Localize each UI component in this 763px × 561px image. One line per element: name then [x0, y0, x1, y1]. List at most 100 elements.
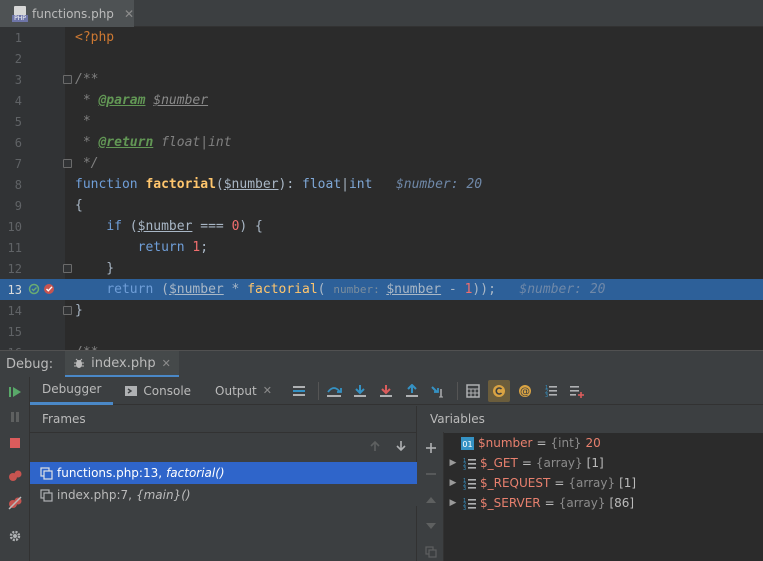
fold-toggle-icon[interactable] — [63, 264, 72, 273]
tab-output-label: Output — [215, 383, 257, 398]
variable-type: {int} — [550, 436, 582, 450]
variable-type: {array} — [558, 496, 606, 510]
array-icon: 123 — [462, 496, 476, 510]
close-output-icon[interactable]: ✕ — [263, 384, 272, 397]
frames-list: functions.php:13, factorial() index.php:… — [30, 462, 417, 506]
brace: } — [75, 303, 83, 318]
expand-arrow-icon[interactable]: ▶ — [448, 458, 458, 468]
variable-row[interactable]: ▶ 123 $_SERVER = {array} [86] — [444, 493, 763, 513]
fold-toggle-icon[interactable] — [63, 159, 72, 168]
run-to-cursor-button[interactable] — [427, 380, 449, 402]
tab-output[interactable]: Output ✕ — [203, 377, 284, 405]
copy-icon[interactable] — [425, 546, 437, 558]
line-number: 11 — [7, 240, 22, 255]
tab-console-label: Console — [143, 383, 192, 398]
close-session-icon[interactable]: ✕ — [162, 357, 171, 370]
debug-session-label: index.php — [91, 355, 156, 371]
arrow-down-icon[interactable] — [395, 440, 407, 452]
add-to-watches-button[interactable] — [566, 380, 588, 402]
variable-equals: = — [554, 476, 565, 490]
step-over-button[interactable] — [323, 380, 345, 402]
step-into-button[interactable] — [349, 380, 371, 402]
line-number: 13 — [7, 282, 22, 297]
code-editor[interactable]: 1 <?php 2 3 /** 4 * @param $number 5 * 6… — [0, 27, 763, 350]
numbered-list-icon: 123 — [545, 385, 557, 398]
variables-panel: Variables 01 $number = {int} 20 ▶ 123 $_… — [418, 406, 763, 561]
show-values-button[interactable]: 123 — [540, 380, 562, 402]
expand-arrow-icon[interactable]: ▶ — [448, 478, 458, 488]
function-call: factorial — [247, 282, 318, 297]
show-execution-point-button[interactable] — [288, 380, 310, 402]
doc-comment: */ — [75, 156, 99, 171]
view-breakpoints-button[interactable] — [7, 468, 23, 484]
code-line: 4 * @param $number — [0, 90, 763, 111]
fold-toggle-icon[interactable] — [63, 75, 72, 84]
view-breakpoints-icon — [9, 470, 22, 481]
debug-left-toolbar — [0, 377, 30, 561]
annotations-button[interactable]: @ — [514, 380, 536, 402]
at-sign-icon: @ — [518, 384, 531, 397]
keyword: function — [75, 177, 138, 192]
frame-function: {main}() — [135, 488, 191, 502]
minus-icon[interactable] — [425, 468, 437, 480]
debug-label: Debug: — [6, 356, 54, 372]
punctuation: ( — [317, 282, 334, 297]
current-execution-line: 13 return ($number * factorial( number: … — [0, 279, 763, 300]
expand-arrow-icon[interactable]: ▶ — [448, 498, 458, 508]
close-tab-icon[interactable]: ✕ — [124, 7, 134, 21]
line-number: 2 — [14, 51, 22, 66]
variable-name: $_SERVER — [480, 496, 541, 510]
debug-tool-window-header: Debug: index.php ✕ — [0, 350, 763, 377]
line-number: 3 — [14, 72, 22, 87]
frame-icon — [40, 488, 53, 502]
move-down-icon[interactable] — [425, 520, 437, 532]
pause-button[interactable] — [7, 409, 23, 425]
fold-toggle-icon[interactable] — [63, 306, 72, 315]
show-execution-point-icon — [292, 385, 305, 396]
variable-row[interactable]: ▶ 123 $_REQUEST = {array} [1] — [444, 473, 763, 493]
breakpoint-icon[interactable] — [43, 283, 55, 295]
plus-icon[interactable] — [425, 442, 437, 454]
variable-value: [86] — [609, 496, 635, 510]
editor-tab-functions-php[interactable]: PHP functions.php ✕ — [0, 0, 134, 27]
step-out-button[interactable] — [401, 380, 423, 402]
tab-debugger[interactable]: Debugger — [30, 377, 114, 405]
punctuation: ( — [153, 282, 169, 297]
code-line: 14 } — [0, 300, 763, 321]
brace: { — [75, 198, 83, 213]
variable-value: [1] — [619, 476, 637, 490]
svg-text:3: 3 — [545, 393, 548, 398]
line-number: 12 — [7, 261, 22, 276]
variable-equals: = — [521, 456, 532, 470]
evaluate-expression-button[interactable] — [462, 380, 484, 402]
variable-row[interactable]: ▶ 123 $_GET = {array} [1] — [444, 453, 763, 473]
keyword: return — [106, 282, 154, 297]
variable-row[interactable]: 01 $number = {int} 20 — [444, 433, 763, 453]
doc-tag: @return — [98, 135, 154, 150]
line-number: 5 — [14, 114, 22, 129]
resume-button[interactable] — [7, 384, 23, 400]
settings-button[interactable] — [7, 528, 23, 544]
frame-location: functions.php:13, — [57, 466, 163, 480]
arrow-up-icon[interactable] — [369, 440, 381, 452]
debug-session-tab[interactable]: index.php ✕ — [65, 351, 179, 377]
move-up-icon[interactable] — [425, 494, 437, 506]
frame-item[interactable]: index.php:7, {main}() — [30, 484, 417, 506]
operator: * — [223, 282, 248, 297]
debug-panel: Debugger Console Output ✕ @ 1 2 3 Frames… — [0, 377, 763, 561]
force-step-into-button[interactable] — [375, 380, 397, 402]
variable: $number — [168, 282, 224, 297]
array-icon: 123 — [462, 476, 476, 490]
break-on-first-line-button[interactable] — [487, 379, 510, 402]
punctuation: ( — [215, 177, 224, 192]
frame-item[interactable]: functions.php:13, factorial() — [30, 462, 417, 484]
code-line: 6 * @return float|int — [0, 132, 763, 153]
tab-console[interactable]: Console — [113, 377, 203, 405]
line-number: 15 — [7, 324, 22, 339]
mute-breakpoints-button[interactable] — [7, 495, 23, 511]
step-into-icon — [353, 384, 366, 397]
line-number: 1 — [14, 30, 22, 45]
php-open-tag: <?php — [75, 30, 115, 45]
stop-button[interactable] — [7, 435, 23, 451]
line-number: 7 — [14, 156, 22, 171]
